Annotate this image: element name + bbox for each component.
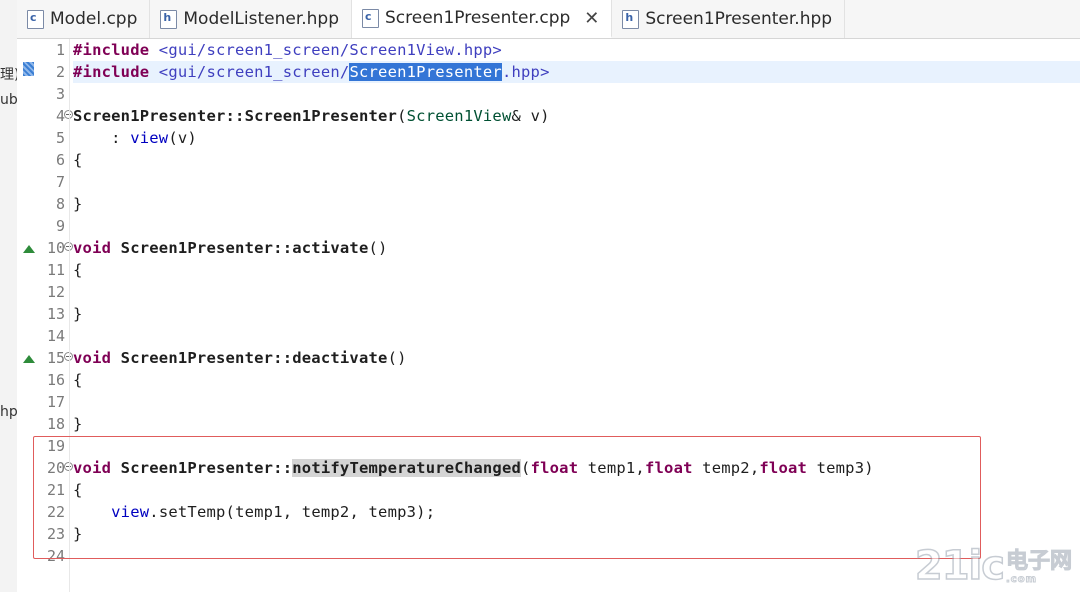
code-line[interactable]: void Screen1Presenter::activate() [73, 237, 1080, 259]
line-number-gutter: 1 2 3 4 5 6 7 8 9 10 11 12 13 14 15 16 1… [33, 39, 73, 567]
editor-tab-bar: c Model.cpp h ModelListener.hpp c Screen… [17, 0, 1080, 39]
code-line[interactable] [73, 171, 1080, 193]
code-line[interactable]: { [73, 369, 1080, 391]
line-number: 8 [55, 195, 65, 213]
code-line[interactable]: } [73, 523, 1080, 545]
line-number: 24 [46, 547, 65, 565]
line-number: 19 [46, 437, 65, 455]
line-number: 3 [55, 85, 65, 103]
code-line[interactable] [73, 325, 1080, 347]
code-area[interactable]: #include <gui/screen1_screen/Screen1View… [73, 39, 1080, 567]
code-line[interactable] [73, 435, 1080, 457]
header-file-icon: h [160, 9, 178, 29]
tab-modellistener-hpp[interactable]: h ModelListener.hpp [150, 0, 353, 38]
line-number: 23 [46, 525, 65, 543]
tab-label: Screen1Presenter.cpp [385, 8, 571, 28]
cpp-file-icon: c [362, 8, 380, 28]
cpp-file-icon: c [27, 9, 44, 29]
left-panel-strip: 理) ub hp [0, 0, 18, 592]
line-number: 22 [46, 503, 65, 521]
tab-label: Screen1Presenter.hpp [645, 9, 833, 29]
code-line[interactable] [73, 83, 1080, 105]
code-line[interactable] [73, 281, 1080, 303]
code-line[interactable] [73, 215, 1080, 237]
line-number: 12 [46, 283, 65, 301]
code-line[interactable]: #include <gui/screen1_screen/Screen1View… [73, 39, 1080, 61]
code-line[interactable]: } [73, 193, 1080, 215]
close-icon[interactable]: ✕ [584, 8, 599, 29]
code-line[interactable]: view.setTemp(temp1, temp2, temp3); [73, 501, 1080, 523]
line-number: 21 [46, 481, 65, 499]
annotation-ruler [17, 39, 35, 592]
code-line[interactable]: void Screen1Presenter::notifyTemperature… [73, 457, 1080, 479]
line-number: 10 [33, 237, 73, 259]
code-line[interactable]: } [73, 413, 1080, 435]
header-file-icon: h [622, 9, 640, 29]
line-number: 13 [46, 305, 65, 323]
line-number: 20 [33, 457, 73, 479]
left-panel-fragment: hp [0, 404, 18, 420]
tab-label: ModelListener.hpp [183, 9, 340, 29]
text-selection: Screen1Presenter [349, 63, 502, 81]
watermark-logo: 21ic 电子网 .com [914, 543, 1072, 589]
line-number: 4 [33, 105, 73, 127]
tab-model-cpp[interactable]: c Model.cpp [17, 0, 151, 38]
code-line[interactable]: { [73, 259, 1080, 281]
code-line[interactable]: void Screen1Presenter::deactivate() [73, 347, 1080, 369]
code-line[interactable]: { [73, 479, 1080, 501]
code-line[interactable]: : view(v) [73, 127, 1080, 149]
left-panel-fragment: ub [0, 92, 18, 108]
line-number: 14 [46, 327, 65, 345]
code-line-current[interactable]: #include <gui/screen1_screen/Screen1Pres… [73, 61, 1080, 83]
left-panel-fragment: 理) [0, 67, 18, 83]
tab-screen1presenter-cpp[interactable]: c Screen1Presenter.cpp ✕ [352, 0, 613, 38]
line-number: 17 [46, 393, 65, 411]
line-number: 5 [55, 129, 65, 147]
line-number: 15 [33, 347, 73, 369]
line-number: 2 [55, 63, 65, 81]
line-number: 16 [46, 371, 65, 389]
line-number: 1 [55, 41, 65, 59]
tab-screen1presenter-hpp[interactable]: h Screen1Presenter.hpp [612, 0, 846, 38]
code-editor[interactable]: 1 2 3 4 5 6 7 8 9 10 11 12 13 14 15 16 1… [17, 39, 1080, 592]
code-line[interactable] [73, 391, 1080, 413]
line-number: 18 [46, 415, 65, 433]
code-line[interactable]: Screen1Presenter::Screen1Presenter(Scree… [73, 105, 1080, 127]
line-number: 6 [55, 151, 65, 169]
code-line[interactable]: } [73, 303, 1080, 325]
tab-label: Model.cpp [50, 9, 138, 29]
line-number: 11 [46, 261, 65, 279]
line-number: 9 [55, 217, 65, 235]
occurrence-highlight: notifyTemperatureChanged [292, 459, 522, 477]
line-number: 7 [55, 173, 65, 191]
code-line[interactable]: { [73, 149, 1080, 171]
gutter-divider [69, 39, 70, 592]
